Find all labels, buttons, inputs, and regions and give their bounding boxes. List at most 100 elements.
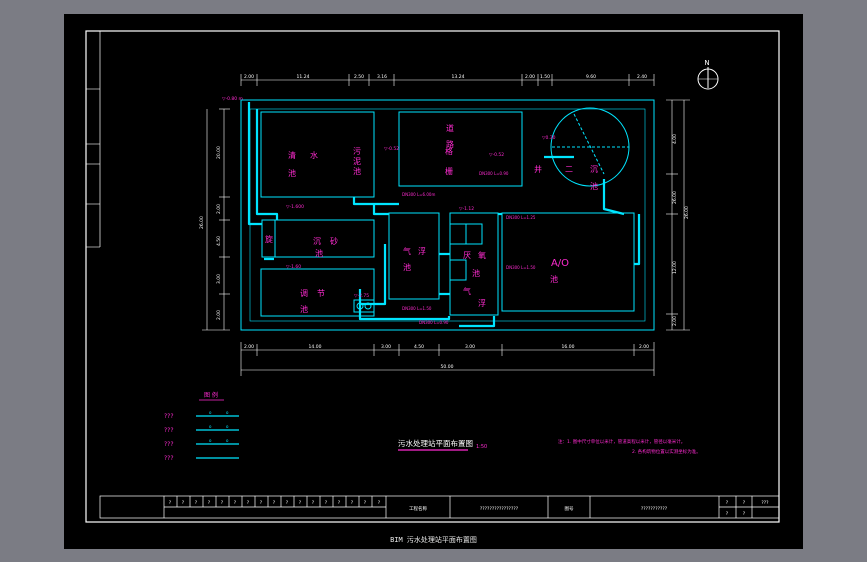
dimension-bottom [240, 342, 655, 376]
svg-text:格: 格 [445, 146, 453, 156]
svg-text:3.00: 3.00 [216, 274, 222, 284]
outer-frame [85, 30, 780, 523]
aeration-tank [388, 212, 440, 300]
svg-text:?: ? [221, 500, 224, 506]
svg-text:2.00: 2.00 [639, 344, 649, 350]
svg-text:?: ? [208, 500, 211, 506]
svg-text:▽-1.600: ▽-1.600 [286, 204, 304, 210]
svg-text:砂: 砂 [330, 236, 338, 246]
svg-text:2.00: 2.00 [216, 204, 222, 214]
svg-text:2. 各构筑物位置以实测坐标为准。: 2. 各构筑物位置以实测坐标为准。 [632, 448, 701, 455]
svg-text:???: ??? [164, 455, 174, 462]
svg-text:o: o [226, 424, 229, 429]
svg-text:旋: 旋 [265, 234, 273, 244]
north-arrow-icon: N [697, 59, 719, 90]
svg-text:???: ??? [164, 441, 174, 448]
svg-text:▽0.30: ▽0.30 [542, 135, 556, 141]
svg-text:o: o [209, 438, 212, 443]
svg-text:2.00: 2.00 [216, 310, 222, 320]
svg-text:污: 污 [353, 146, 361, 156]
svg-text:池: 池 [590, 181, 598, 191]
svg-text:1.50: 1.50 [540, 74, 550, 80]
svg-text:2.00: 2.00 [525, 74, 535, 80]
drawing-title-block: 污水处理站平面布置图 1:50 [398, 438, 487, 451]
svg-text:o: o [209, 424, 212, 429]
svg-text:4.50: 4.50 [414, 344, 424, 350]
title-block [99, 495, 780, 519]
svg-text:池: 池 [300, 304, 308, 314]
viewport-caption: BIM 污水处理站平面布置图 [390, 536, 477, 544]
anaerobic-tank [449, 212, 499, 316]
svg-text:栅: 栅 [445, 166, 453, 176]
svg-text:?: ? [247, 500, 250, 506]
sheet-name: ??????????? [641, 506, 668, 512]
svg-text:浮: 浮 [478, 298, 486, 308]
svg-text:3.00: 3.00 [381, 344, 391, 350]
svg-text:?: ? [260, 500, 263, 506]
svg-text:DN300 L=0.90: DN300 L=0.90 [479, 171, 509, 176]
svg-text:清: 清 [288, 150, 296, 160]
svg-text:▽-1.12: ▽-1.12 [459, 206, 474, 212]
svg-text:2.00: 2.00 [244, 74, 254, 80]
side-strip [86, 88, 100, 248]
svg-text:3.00: 3.00 [465, 344, 475, 350]
svg-text:▽-2.75: ▽-2.75 [354, 293, 369, 299]
svg-text:?: ? [182, 500, 185, 506]
cad-viewport[interactable]: N ▽-1.600 ▽-1.60 ▽-0.52 ▽-0.52 ▽0.30 ▽-2… [64, 14, 803, 549]
svg-text:o: o [226, 438, 229, 443]
svg-text:4.00: 4.00 [672, 134, 678, 144]
svg-text:沉: 沉 [313, 237, 321, 246]
sheet-label: 图号 [565, 506, 574, 512]
svg-text:???: ??? [164, 413, 174, 420]
design-label: 工程名称 [409, 505, 427, 512]
svg-text:2.00: 2.00 [672, 316, 678, 326]
svg-text:9.60: 9.60 [586, 74, 596, 80]
drawing-canvas: N ▽-1.600 ▽-1.60 ▽-0.52 ▽-0.52 ▽0.30 ▽-2… [85, 30, 780, 523]
svg-text:▽-0.80 m: ▽-0.80 m [222, 96, 243, 102]
svg-text:?: ? [351, 500, 354, 506]
svg-text:?: ? [325, 500, 328, 506]
svg-text:26.00: 26.00 [199, 216, 205, 229]
svg-text:氧: 氧 [478, 250, 486, 260]
svg-text:沉: 沉 [590, 165, 598, 174]
svg-text:2.50: 2.50 [354, 74, 364, 80]
svg-text:池: 池 [403, 262, 411, 272]
svg-text:12.00: 12.00 [672, 261, 678, 274]
svg-text:池: 池 [353, 166, 361, 176]
svg-text:4.50: 4.50 [216, 236, 222, 246]
svg-text:DN300 L=1.50: DN300 L=1.50 [506, 265, 536, 270]
svg-text:?: ? [338, 500, 341, 506]
svg-text:?: ? [234, 500, 237, 506]
svg-text:A/O: A/O [551, 258, 569, 269]
svg-text:池: 池 [472, 268, 480, 278]
svg-text:o: o [209, 410, 212, 415]
dimension-left [202, 108, 230, 331]
svg-text:?: ? [169, 500, 172, 506]
svg-text:泥: 泥 [353, 157, 361, 166]
svg-text:???: ??? [761, 500, 769, 506]
svg-text:池: 池 [315, 248, 323, 258]
project-name: ???????????????? [480, 506, 519, 512]
svg-text:11.24: 11.24 [297, 74, 310, 80]
svg-text:二: 二 [565, 165, 573, 174]
svg-text:DN300 L=1.25: DN300 L=1.25 [506, 215, 536, 220]
svg-text:DN300 L=6.00m: DN300 L=6.00m [402, 192, 435, 197]
svg-text:注：1. 图中尺寸单位以米计，管道高程以米计，管径以毫米计。: 注：1. 图中尺寸单位以米计，管道高程以米计，管径以毫米计。 [558, 438, 685, 445]
svg-text:13.24: 13.24 [452, 74, 465, 80]
svg-text:???: ??? [164, 427, 174, 434]
svg-text:道: 道 [446, 123, 454, 133]
svg-text:26.00: 26.00 [684, 206, 690, 219]
svg-text:2.00: 2.00 [244, 344, 254, 350]
svg-text:?: ? [726, 511, 729, 517]
svg-text:浮: 浮 [418, 246, 426, 256]
svg-text:?: ? [312, 500, 315, 506]
svg-text:▽-0.52: ▽-0.52 [384, 146, 399, 152]
svg-text:▽-0.52: ▽-0.52 [489, 152, 504, 158]
svg-text:气: 气 [463, 286, 471, 296]
svg-text:26.00: 26.00 [672, 191, 678, 204]
svg-text:节: 节 [317, 289, 325, 298]
svg-text:3.16: 3.16 [377, 74, 387, 80]
svg-text:?: ? [273, 500, 276, 506]
svg-text:气: 气 [403, 246, 411, 256]
svg-text:14.00: 14.00 [309, 344, 322, 350]
